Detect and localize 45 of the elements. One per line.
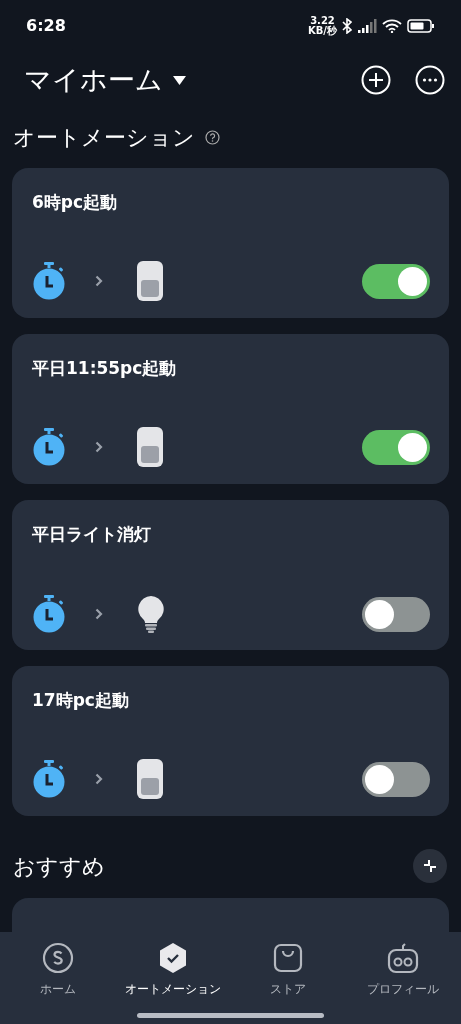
- chevron-icon: [95, 773, 103, 785]
- stopwatch-icon: [32, 760, 66, 798]
- toggle-switch[interactable]: [362, 596, 430, 632]
- toggle-switch[interactable]: [362, 761, 430, 797]
- wall-switch-icon: [137, 427, 163, 467]
- toggle-switch[interactable]: [362, 263, 430, 299]
- more-icon[interactable]: [415, 65, 445, 95]
- section-title: おすすめ: [13, 852, 105, 881]
- shopping-bag-icon: [272, 942, 305, 974]
- automation-card[interactable]: 17時pc起動: [12, 666, 449, 816]
- add-icon[interactable]: [361, 65, 391, 95]
- stopwatch-icon: [32, 428, 66, 466]
- stopwatch-icon: [32, 262, 66, 300]
- toggle-switch[interactable]: [362, 429, 430, 465]
- stopwatch-icon: [32, 595, 66, 633]
- chevron-icon: [95, 275, 103, 287]
- automation-card[interactable]: 平日ライト消灯: [12, 500, 449, 650]
- automation-name: 平日ライト消灯: [32, 523, 151, 546]
- help-icon[interactable]: [205, 129, 220, 145]
- signal-icon: [357, 19, 377, 33]
- automation-card[interactable]: 平日11:55pc起動: [12, 334, 449, 484]
- robot-icon: [387, 942, 420, 974]
- status-time: 6:28: [26, 15, 66, 37]
- battery-icon: [407, 19, 435, 33]
- wall-switch-icon: [137, 261, 163, 301]
- nav-tab[interactable]: ストア: [230, 942, 346, 1024]
- automation-name: 6時pc起動: [32, 191, 118, 214]
- chevron-icon: [95, 608, 103, 620]
- home-icon: [41, 942, 74, 974]
- collapse-icon[interactable]: [413, 849, 447, 883]
- automation-name: 平日11:55pc起動: [32, 357, 177, 380]
- nav-tab[interactable]: ホーム: [0, 942, 116, 1024]
- home-title[interactable]: マイホーム: [24, 59, 163, 101]
- bluetooth-icon: [342, 18, 352, 34]
- dropdown-icon[interactable]: [173, 75, 186, 85]
- network-speed: 3.22 KB/秒: [307, 16, 337, 36]
- wifi-icon: [382, 19, 402, 33]
- nav-tab[interactable]: オートメーション: [115, 942, 231, 1024]
- section-title: オートメーション: [13, 123, 195, 152]
- automation-name: 17時pc起動: [32, 689, 129, 712]
- light-bulb-icon: [137, 595, 165, 633]
- chevron-icon: [95, 441, 103, 453]
- nav-tab[interactable]: プロフィール: [345, 942, 461, 1024]
- automation-card[interactable]: 6時pc起動: [12, 168, 449, 318]
- wall-switch-icon: [137, 759, 163, 799]
